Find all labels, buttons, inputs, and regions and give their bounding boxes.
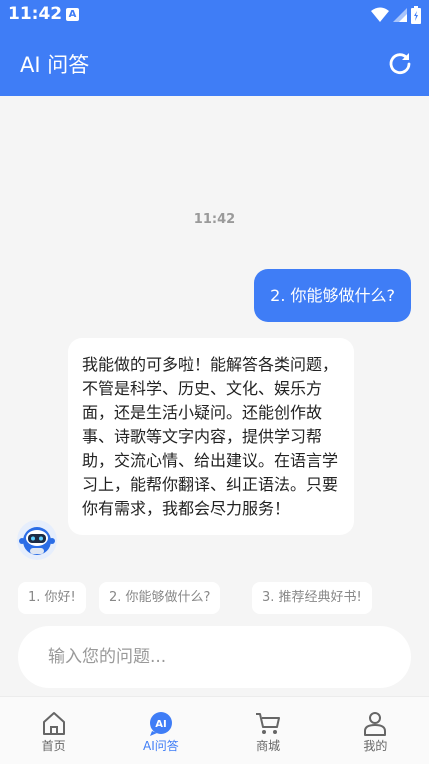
cart-icon — [256, 713, 281, 734]
tab-ai-qa[interactable]: AI AI问答 — [107, 697, 214, 764]
suggestion-chip[interactable]: 2. 你能够做什么? — [99, 582, 221, 614]
battery-icon — [411, 6, 421, 24]
robot-icon — [17, 520, 57, 560]
user-message: 2. 你能够做什么? — [254, 269, 411, 322]
app-header: AI 问答 — [0, 30, 429, 96]
svg-text:AI: AI — [155, 719, 166, 730]
bot-avatar — [17, 520, 57, 560]
tab-label: 商城 — [256, 739, 281, 753]
home-icon — [42, 712, 65, 735]
tab-shop[interactable]: 商城 — [215, 697, 322, 764]
chat-timestamp: 11:42 — [193, 212, 236, 227]
status-time: 11:42 — [8, 4, 63, 24]
refresh-button[interactable] — [387, 50, 413, 76]
question-input[interactable] — [18, 626, 411, 688]
page-title: AI 问答 — [20, 53, 90, 77]
suggestion-chips: 1. 你好! 2. 你能够做什么? 3. 推荐经典好书! — [0, 582, 429, 614]
status-icons — [371, 6, 421, 24]
chat-area[interactable]: 11:42 2. 你能够做什么? 我能做的可多啦！能解答各类问题，不管是科学、历… — [0, 96, 429, 696]
question-input-container — [18, 626, 411, 688]
tab-mine[interactable]: 我的 — [322, 697, 429, 764]
refresh-icon — [389, 53, 411, 75]
tab-home[interactable]: 首页 — [0, 697, 107, 764]
tab-label: AI问答 — [143, 739, 179, 753]
bot-message: 我能做的可多啦！能解答各类问题，不管是科学、历史、文化、娱乐方面，还是生活小疑问… — [68, 338, 354, 535]
signal-icon — [393, 8, 407, 22]
suggestion-chip[interactable]: 1. 你好! — [18, 582, 86, 614]
wifi-icon — [371, 7, 389, 22]
user-icon — [364, 712, 387, 736]
bottom-tab-bar: 首页 AI AI问答 商城 我的 — [0, 696, 429, 764]
tab-label: 我的 — [363, 739, 388, 753]
notification-badge: A — [66, 8, 79, 21]
suggestion-chip[interactable]: 3. 推荐经典好书! — [252, 582, 372, 614]
status-bar: 11:42 A — [0, 0, 429, 30]
ai-icon: AI — [149, 712, 172, 736]
tab-label: 首页 — [41, 739, 66, 753]
